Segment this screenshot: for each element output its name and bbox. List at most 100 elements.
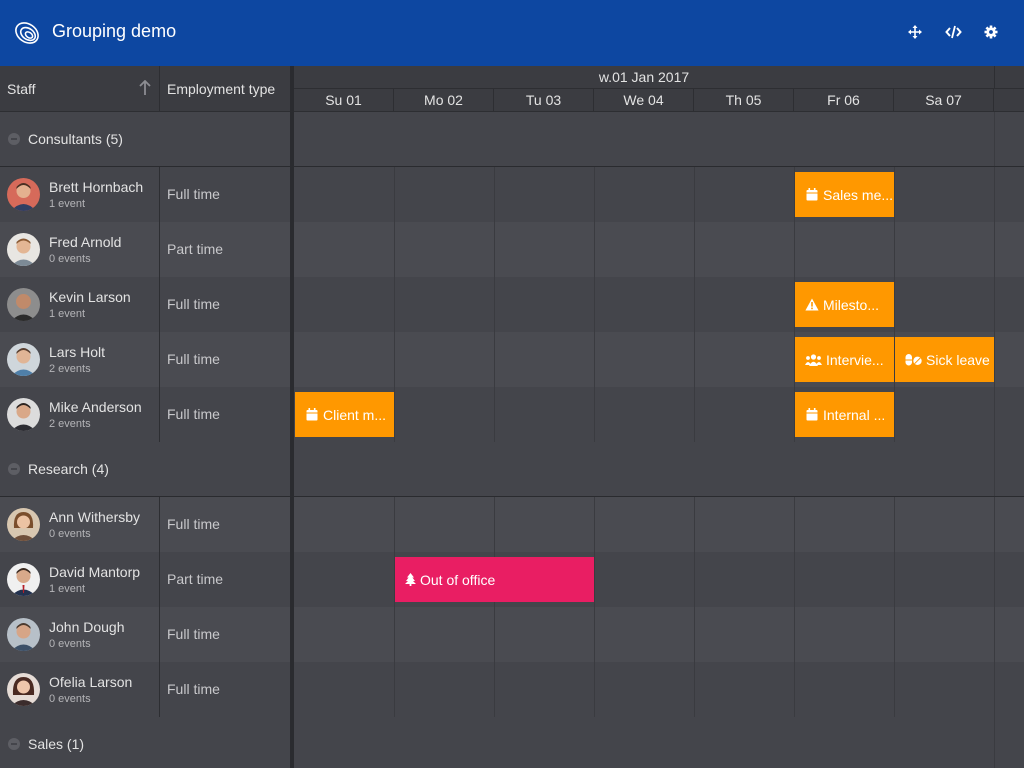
employment-type: Part time — [167, 241, 224, 257]
app-header: Grouping demo — [0, 0, 1024, 66]
day-header: Fr 06 — [794, 89, 894, 111]
group-cell: Consultants (5) — [0, 112, 290, 166]
avatar — [7, 508, 40, 541]
table-row[interactable]: Ofelia Larson 0 events Full time — [0, 662, 1024, 717]
staff-column-label: Staff — [7, 81, 36, 97]
person-name: Brett Hornbach — [49, 179, 144, 195]
group-timeline-cell — [294, 717, 1024, 768]
gridline — [994, 717, 995, 768]
event-label: Intervie... — [826, 351, 884, 368]
event-count: 1 event — [49, 308, 86, 320]
person-name: Ann Withersby — [49, 509, 141, 525]
name-cell: Ann Withersby 0 events — [0, 497, 160, 552]
name-cell: Lars Holt 2 events — [0, 332, 160, 387]
gear-icon[interactable] — [981, 22, 1001, 42]
row-cell: Lars Holt 2 events Full time — [0, 332, 290, 387]
day-header: Mo 02 — [394, 89, 494, 111]
avatar — [7, 563, 40, 596]
collapse-icon[interactable] — [8, 463, 20, 475]
group-cell: Research (4) — [0, 442, 290, 496]
event-count: 1 event — [49, 583, 86, 595]
gridline — [994, 442, 995, 496]
pills-icon — [905, 353, 922, 367]
event-bar[interactable]: Client m... — [295, 392, 394, 437]
avatar — [7, 178, 40, 211]
sort-ascending-icon[interactable] — [138, 80, 152, 96]
avatar — [7, 618, 40, 651]
event-bar[interactable]: Sales me... — [795, 172, 894, 217]
event-count: 2 events — [49, 418, 91, 430]
event-bar[interactable]: Intervie... — [795, 337, 894, 382]
employment-type: Full time — [167, 516, 220, 532]
group-row[interactable]: Consultants (5) — [0, 112, 1024, 167]
row-cell: Kevin Larson 1 event Full time — [0, 277, 290, 332]
name-cell: Brett Hornbach 1 event — [0, 167, 160, 222]
move-icon[interactable] — [905, 22, 925, 42]
timeline-cell[interactable] — [294, 497, 1024, 552]
employment-type: Part time — [167, 571, 224, 587]
event-label: Milesto... — [823, 296, 880, 313]
employment-column-header[interactable]: Employment type — [160, 66, 290, 111]
event-bar[interactable]: Sick leave — [895, 337, 994, 382]
code-icon[interactable] — [943, 22, 963, 42]
event-bar[interactable]: Out of office — [395, 557, 594, 602]
group-timeline-cell — [294, 442, 1024, 496]
timeline-cell[interactable] — [294, 607, 1024, 662]
gridline — [994, 112, 995, 166]
avatar — [7, 288, 40, 321]
avatar — [7, 233, 40, 266]
event-bar[interactable]: Milesto... — [795, 282, 894, 327]
table-row[interactable]: Fred Arnold 0 events Part time — [0, 222, 1024, 277]
avatar — [7, 343, 40, 376]
event-label: Sales me... — [823, 186, 894, 203]
timeline-cell[interactable] — [294, 222, 1024, 277]
timeline-cell[interactable] — [294, 167, 1024, 222]
name-cell: John Dough 0 events — [0, 607, 160, 662]
avatar — [7, 673, 40, 706]
calendar-icon — [305, 408, 319, 422]
name-cell: David Mantorp 1 event — [0, 552, 160, 607]
calendar-icon — [805, 188, 819, 202]
week-divider — [994, 66, 995, 89]
employment-type: Full time — [167, 351, 220, 367]
scheduler-app: Grouping demo Staff Employment type w.01… — [0, 0, 1024, 768]
name-cell: Fred Arnold 0 events — [0, 222, 160, 277]
person-name: Lars Holt — [49, 344, 106, 360]
day-header: Su 01 — [294, 89, 394, 111]
event-count: 0 events — [49, 638, 91, 650]
employment-column-label: Employment type — [167, 81, 276, 97]
employment-type: Full time — [167, 406, 220, 422]
timeline-cell[interactable] — [294, 277, 1024, 332]
avatar — [7, 398, 40, 431]
event-count: 1 event — [49, 198, 86, 210]
person-name: Kevin Larson — [49, 289, 131, 305]
name-cell: Kevin Larson 1 event — [0, 277, 160, 332]
row-cell: Brett Hornbach 1 event Full time — [0, 167, 290, 222]
group-row[interactable]: Research (4) — [0, 442, 1024, 497]
calendar-icon — [805, 408, 819, 422]
event-bar[interactable]: Internal ... — [795, 392, 894, 437]
collapse-icon[interactable] — [8, 738, 20, 750]
timeline-cell[interactable] — [294, 662, 1024, 717]
person-name: David Mantorp — [49, 564, 141, 580]
event-count: 0 events — [49, 693, 91, 705]
group-row[interactable]: Sales (1) — [0, 717, 1024, 768]
app-title: Grouping demo — [52, 21, 177, 41]
event-label: Out of office — [420, 571, 496, 588]
table-row[interactable]: Ann Withersby 0 events Full time — [0, 497, 1024, 552]
group-timeline-cell — [294, 112, 1024, 166]
person-name: John Dough — [49, 619, 125, 635]
event-label: Client m... — [323, 406, 387, 423]
person-name: Ofelia Larson — [49, 674, 133, 690]
employment-type: Full time — [167, 186, 220, 202]
collapse-icon[interactable] — [8, 133, 20, 145]
row-cell: Fred Arnold 0 events Part time — [0, 222, 290, 277]
event-label: Internal ... — [823, 406, 886, 423]
row-cell: John Dough 0 events Full time — [0, 607, 290, 662]
event-count: 2 events — [49, 363, 91, 375]
row-cell: Mike Anderson 2 events Full time — [0, 387, 290, 442]
table-row[interactable]: John Dough 0 events Full time — [0, 607, 1024, 662]
users-icon — [805, 353, 822, 367]
timeline-cell[interactable] — [294, 387, 1024, 442]
staff-column-header[interactable]: Staff — [0, 66, 160, 111]
